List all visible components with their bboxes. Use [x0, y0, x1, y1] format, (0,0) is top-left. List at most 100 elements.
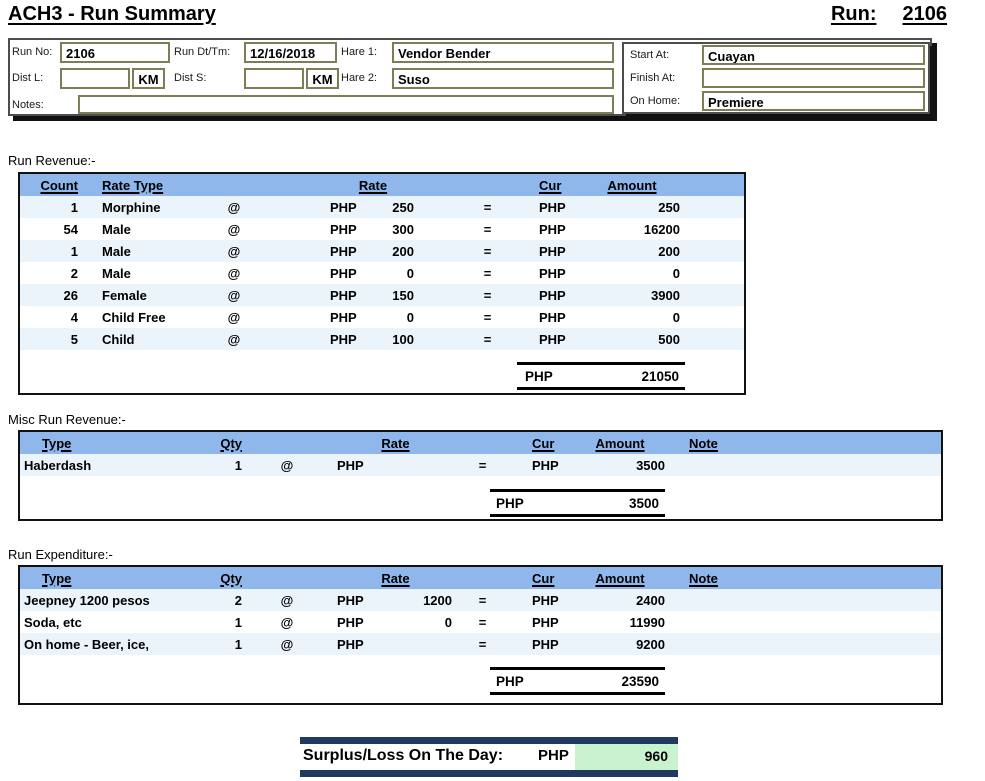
at-symbol: @	[227, 243, 241, 259]
cur-cell: PHP	[539, 199, 566, 215]
hare1-label: Hare 1:	[341, 46, 378, 58]
qty-cell: 1	[234, 636, 242, 652]
amount-cell: 0	[672, 265, 680, 281]
amount-cell: 9200	[636, 636, 665, 652]
at-symbol: @	[280, 636, 294, 652]
cur-cell: PHP	[539, 287, 566, 303]
count-cell: 54	[63, 221, 78, 237]
equals-symbol: =	[478, 614, 487, 630]
equals-symbol: =	[478, 636, 487, 652]
start-at-field[interactable]: Cuayan	[702, 45, 925, 65]
table-row: 1 Male @ PHP 200 = PHP 200	[20, 240, 744, 262]
hare1-field[interactable]: Vendor Bender	[392, 42, 614, 63]
rate-cur-cell: PHP	[337, 636, 364, 652]
run-no-label: Run No:	[12, 46, 53, 58]
expenditure-section-label: Run Expenditure:-	[8, 547, 113, 562]
amount-cell: 16200	[643, 221, 680, 237]
page-title: ACH3 - Run Summary	[8, 3, 216, 25]
table-row: Haberdash 1 @ PHP = PHP 3500	[20, 454, 941, 476]
misc-section-label: Misc Run Revenue:-	[8, 412, 126, 427]
cur-cell: PHP	[539, 221, 566, 237]
at-symbol: @	[227, 221, 241, 237]
equals-symbol: =	[483, 199, 492, 215]
surplus-amount: 960	[575, 744, 678, 770]
amount-cell: 11990	[629, 614, 665, 630]
start-at-label: Start At:	[630, 49, 670, 61]
revenue-header-row: Count Rate Type Rate Cur Amount	[20, 174, 744, 196]
run-dt-label: Run Dt/Tm:	[174, 46, 231, 58]
count-header: Count	[40, 177, 78, 193]
run-dt-field[interactable]: 12/16/2018	[244, 42, 337, 63]
equals-symbol: =	[483, 331, 492, 347]
cur-header: Cur	[532, 435, 555, 451]
amount-header: Amount	[607, 177, 657, 193]
run-details-box: Run No: 2106 Run Dt/Tm: 12/16/2018 Hare …	[8, 38, 932, 116]
run-ref-value: 2106	[902, 3, 948, 25]
at-symbol: @	[227, 199, 241, 215]
rate-type-cell: Child Free	[102, 309, 166, 325]
on-home-label: On Home:	[630, 95, 681, 107]
run-no-field[interactable]: 2106	[60, 42, 170, 63]
table-row: 26 Female @ PHP 150 = PHP 3900	[20, 284, 744, 306]
cur-cell: PHP	[532, 592, 559, 608]
rate-type-cell: Male	[102, 221, 131, 237]
rate-cur-cell: PHP	[330, 265, 357, 281]
cur-cell: PHP	[539, 331, 566, 347]
rate-cell: 0	[406, 265, 414, 281]
qty-header: Qty	[220, 435, 242, 451]
note-header: Note	[689, 435, 718, 451]
equals-symbol: =	[478, 592, 487, 608]
type-header: Type	[42, 435, 72, 451]
type-header: Type	[42, 570, 72, 586]
dist-s-field[interactable]	[244, 68, 304, 89]
run-ref-label: Run:	[830, 3, 877, 25]
equals-symbol: =	[483, 309, 492, 325]
dist-l-field[interactable]	[60, 68, 130, 89]
rate-cur-cell: PHP	[330, 199, 357, 215]
surplus-currency: PHP	[538, 747, 569, 764]
qty-header: Qty	[220, 570, 242, 586]
misc-revenue-table: Type Qty Rate Cur Amount Note Haberdash …	[18, 430, 943, 521]
rate-type-cell: Child	[102, 331, 135, 347]
rate-cell: 200	[392, 243, 414, 259]
surplus-bottom-bar	[300, 770, 678, 777]
rate-cur-cell: PHP	[330, 243, 357, 259]
on-home-field[interactable]: Premiere	[702, 91, 925, 111]
rate-cur-cell: PHP	[337, 614, 364, 630]
total-cur: PHP	[525, 368, 553, 384]
rate-type-cell: Morphine	[102, 199, 161, 215]
qty-cell: 1	[234, 614, 242, 630]
dist-s-label: Dist S:	[174, 72, 207, 84]
cur-cell: PHP	[539, 309, 566, 325]
expenditure-header-row: Type Qty Rate Cur Amount Note	[20, 567, 941, 589]
count-cell: 5	[70, 331, 78, 347]
equals-symbol: =	[483, 287, 492, 303]
rate-cur-cell: PHP	[330, 309, 357, 325]
total-amount: 21050	[641, 368, 679, 384]
rate-cell: 250	[392, 199, 414, 215]
run-summary-report: ACH3 - Run Summary Run: 2106 Run No: 210…	[0, 0, 985, 781]
finish-at-field[interactable]	[702, 68, 925, 88]
hare2-label: Hare 2:	[341, 72, 378, 84]
rate-cur-cell: PHP	[337, 592, 364, 608]
amount-cell: 200	[658, 243, 680, 259]
revenue-section-label: Run Revenue:-	[8, 153, 96, 168]
rate-header: Rate	[358, 177, 388, 193]
type-cell: Haberdash	[24, 457, 92, 473]
total-cur: PHP	[496, 673, 524, 689]
cur-cell: PHP	[532, 636, 559, 652]
hare2-field[interactable]: Suso	[392, 68, 614, 89]
amount-cell: 0	[672, 309, 680, 325]
cur-header: Cur	[539, 177, 562, 193]
amount-cell: 500	[658, 331, 680, 347]
type-cell: Soda, etc	[24, 614, 82, 630]
rate-type-header: Rate Type	[102, 177, 164, 193]
count-cell: 26	[63, 287, 78, 303]
dist-l-label: Dist L:	[12, 72, 44, 84]
cur-cell: PHP	[539, 243, 566, 259]
table-row: 5 Child @ PHP 100 = PHP 500	[20, 328, 744, 350]
at-symbol: @	[280, 614, 294, 630]
expenditure-total: PHP 23590	[490, 667, 665, 695]
table-row: 2 Male @ PHP 0 = PHP 0	[20, 262, 744, 284]
notes-field[interactable]	[78, 95, 614, 114]
